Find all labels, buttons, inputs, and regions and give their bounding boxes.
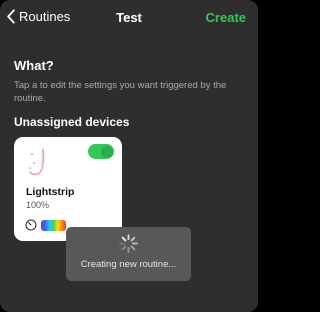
device-toggle[interactable] bbox=[88, 144, 114, 159]
loading-toast: Creating new routine... bbox=[66, 227, 191, 281]
device-card-lightstrip[interactable]: Lightstrip 100% bbox=[14, 137, 122, 241]
color-picker-swatch[interactable] bbox=[41, 220, 66, 231]
lightstrip-icon bbox=[28, 148, 45, 176]
device-name: Lightstrip bbox=[26, 186, 75, 198]
toggle-knob bbox=[100, 145, 113, 158]
what-heading: What? bbox=[14, 58, 54, 73]
device-brightness: 100% bbox=[26, 200, 50, 210]
routine-screen: Routines Test Create What? Tap a to edit… bbox=[0, 0, 258, 312]
loading-message: Creating new routine... bbox=[80, 259, 177, 270]
spinner-icon bbox=[119, 234, 138, 253]
create-button[interactable]: Create bbox=[206, 10, 246, 25]
unassigned-devices-heading: Unassigned devices bbox=[14, 115, 130, 129]
what-description: Tap a to edit the settings you want trig… bbox=[14, 80, 227, 104]
navigation-bar: Routines Test Create bbox=[0, 0, 258, 36]
brightness-dial-icon[interactable] bbox=[25, 219, 37, 231]
